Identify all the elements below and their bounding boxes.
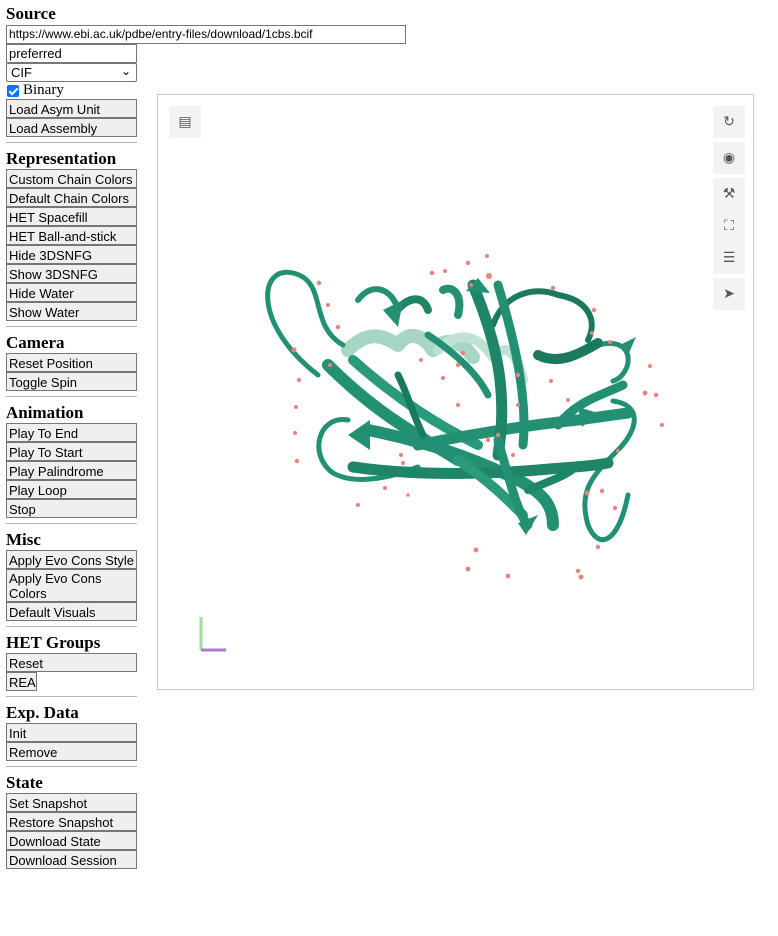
axes-gizmo xyxy=(199,617,226,652)
download-session-button[interactable]: Download Session xyxy=(6,850,137,869)
representation-heading: Representation xyxy=(6,149,117,168)
format-select-value: CIF xyxy=(11,65,32,80)
camera-heading: Camera xyxy=(6,333,65,352)
het-spacefill-button[interactable]: HET Spacefill xyxy=(6,207,137,226)
divider xyxy=(6,766,137,767)
exp-init-button[interactable]: Init xyxy=(6,723,137,742)
url-input[interactable]: https://www.ebi.ac.uk/pdbe/entry-files/d… xyxy=(6,25,406,44)
selection-mode-icon[interactable]: ➤ xyxy=(713,278,745,310)
play-loop-button[interactable]: Play Loop xyxy=(6,480,137,499)
divider xyxy=(6,326,137,327)
show-water-button[interactable]: Show Water xyxy=(6,302,137,321)
exp-remove-button[interactable]: Remove xyxy=(6,742,137,761)
fullscreen-icon[interactable]: ⛶ xyxy=(713,210,745,242)
divider xyxy=(6,396,137,397)
divider xyxy=(6,696,137,697)
molecule-viewer[interactable]: ▤ ↻ ◉ ⚒ ⛶ ☰ ➤ xyxy=(157,94,754,690)
control-panel: Source https://www.ebi.ac.uk/pdbe/entry-… xyxy=(6,0,406,869)
state-heading: State xyxy=(6,773,43,792)
het-ball-and-stick-button[interactable]: HET Ball-and-stick xyxy=(6,226,137,245)
play-to-end-button[interactable]: Play To End xyxy=(6,423,137,442)
checkbox-checked-icon xyxy=(7,84,19,97)
play-to-start-button[interactable]: Play To Start xyxy=(6,442,137,461)
controls-icon[interactable]: ☰ xyxy=(713,242,745,274)
play-palindrome-button[interactable]: Play Palindrome xyxy=(6,461,137,480)
reset-camera-icon[interactable]: ↻ xyxy=(713,106,745,138)
animation-icon[interactable]: ▤ xyxy=(169,106,201,138)
custom-chain-colors-button[interactable]: Custom Chain Colors xyxy=(6,169,137,188)
het-groups-heading: HET Groups xyxy=(6,633,101,652)
divider xyxy=(6,626,137,627)
settings-icon[interactable]: ⚒ xyxy=(713,178,745,210)
screenshot-icon[interactable]: ◉ xyxy=(713,142,745,174)
default-chain-colors-button[interactable]: Default Chain Colors xyxy=(6,188,137,207)
chevron-down-icon: ⌄ xyxy=(120,64,131,78)
apply-evo-cons-colors-button[interactable]: Apply Evo Cons Colors xyxy=(6,569,137,602)
load-assembly-button[interactable]: Load Assembly xyxy=(6,118,137,137)
source-heading: Source xyxy=(6,4,56,23)
molecule-canvas[interactable] xyxy=(158,95,754,690)
divider xyxy=(6,523,137,524)
misc-heading: Misc xyxy=(6,530,41,549)
show-3dsnfg-button[interactable]: Show 3DSNFG xyxy=(6,264,137,283)
divider xyxy=(6,142,137,143)
download-state-button[interactable]: Download State xyxy=(6,831,137,850)
set-snapshot-button[interactable]: Set Snapshot xyxy=(6,793,137,812)
animation-heading: Animation xyxy=(6,403,84,422)
hide-3dsnfg-button[interactable]: Hide 3DSNFG xyxy=(6,245,137,264)
binary-checkbox[interactable]: Binary xyxy=(6,82,137,99)
load-asym-unit-button[interactable]: Load Asym Unit xyxy=(6,99,137,118)
default-visuals-button[interactable]: Default Visuals xyxy=(6,602,137,621)
apply-evo-cons-style-button[interactable]: Apply Evo Cons Style xyxy=(6,550,137,569)
het-rea-button[interactable]: REA xyxy=(6,672,37,691)
protein-ribbon xyxy=(265,269,637,543)
restore-snapshot-button[interactable]: Restore Snapshot xyxy=(6,812,137,831)
binary-label: Binary xyxy=(23,82,64,98)
stop-button[interactable]: Stop xyxy=(6,499,137,518)
format-select[interactable]: CIF ⌄ xyxy=(6,63,137,82)
reset-position-button[interactable]: Reset Position xyxy=(6,353,137,372)
preferred-input[interactable]: preferred xyxy=(6,44,137,63)
toggle-spin-button[interactable]: Toggle Spin xyxy=(6,372,137,391)
hide-water-button[interactable]: Hide Water xyxy=(6,283,137,302)
het-reset-button[interactable]: Reset xyxy=(6,653,137,672)
exp-data-heading: Exp. Data xyxy=(6,703,79,722)
